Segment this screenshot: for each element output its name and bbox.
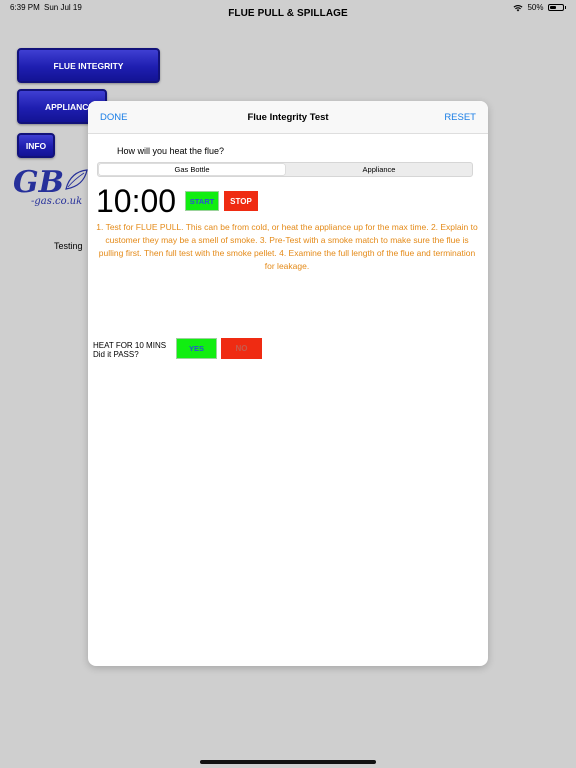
flue-integrity-modal: Flue Integrity Test DONE RESET How will …	[88, 101, 488, 666]
flue-integrity-button[interactable]: FLUE INTEGRITY	[17, 48, 160, 83]
background-testing-text: Testing	[54, 241, 83, 251]
gb-gas-logo: GB -gas.co.uk	[13, 165, 93, 215]
heat-question: How will you heat the flue?	[117, 146, 225, 156]
test-instructions: 1. Test for FLUE PULL. This can be from …	[96, 222, 478, 271]
segment-gas-bottle[interactable]: Gas Bottle	[99, 164, 285, 175]
heat-duration-text: HEAT FOR 10 MINS	[93, 341, 167, 350]
no-button[interactable]: NO	[221, 338, 262, 359]
pass-question-text: Did it PASS?	[93, 350, 139, 359]
logo-main-text: GB	[13, 165, 64, 200]
heat-pass-label: HEAT FOR 10 MINS Did it PASS?	[93, 341, 166, 359]
countdown-timer: 10:00	[96, 183, 177, 219]
heat-source-segmented-control[interactable]: Gas Bottle Appliance	[97, 162, 473, 177]
modal-header: Flue Integrity Test DONE RESET	[88, 101, 488, 134]
page-title: FLUE PULL & SPILLAGE	[228, 8, 348, 19]
reset-button[interactable]: RESET	[444, 112, 476, 123]
stop-button[interactable]: STOP	[224, 191, 258, 211]
done-button[interactable]: DONE	[100, 112, 127, 123]
segment-appliance[interactable]: Appliance	[286, 163, 472, 176]
info-button[interactable]: INFO	[17, 133, 55, 158]
logo-sub-text: -gas.co.uk	[31, 196, 83, 207]
modal-title: Flue Integrity Test	[247, 112, 329, 123]
leaf-icon	[65, 169, 88, 190]
yes-button[interactable]: YES	[176, 338, 217, 359]
home-indicator[interactable]	[200, 760, 376, 764]
start-button[interactable]: START	[185, 191, 219, 211]
